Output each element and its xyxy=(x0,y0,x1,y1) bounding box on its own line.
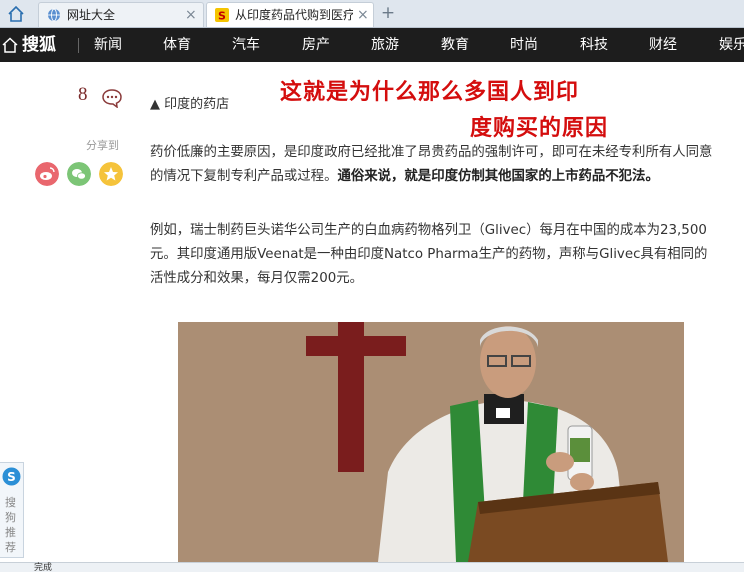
paragraph-bold-text: 通俗来说，就是印度仿制其他国家的上市药品不犯法。 xyxy=(337,169,659,184)
article-photo xyxy=(178,322,684,562)
article-paragraph-1: 药价低廉的主要原因，是印度政府已经批准了昂贵药品的强制许可，即可在未经专利所有人… xyxy=(150,141,720,189)
globe-icon xyxy=(48,8,60,22)
nav-item-tech[interactable]: 科技 xyxy=(580,28,608,62)
article-paragraph-2: 例如，瑞士制药巨头诺华公司生产的白血病药物格列卫（Glivec）每月在中国的成本… xyxy=(150,223,708,286)
sogou-logo-icon: S xyxy=(2,467,21,486)
sohu-favicon-icon: S xyxy=(215,8,229,22)
home-icon xyxy=(2,37,18,53)
tab-close-icon[interactable]: × xyxy=(185,3,197,27)
comment-bubble-icon[interactable] xyxy=(101,88,123,108)
nav-divider xyxy=(78,38,79,53)
status-text: 完成 xyxy=(34,563,53,573)
site-nav-bar: 搜狐 新闻 体育 汽车 房产 旅游 教育 时尚 科技 财经 娱乐 xyxy=(0,28,744,62)
home-icon[interactable] xyxy=(6,4,26,24)
nav-item-news[interactable]: 新闻 xyxy=(94,28,122,62)
svg-text:S: S xyxy=(7,470,16,484)
nav-item-fashion[interactable]: 时尚 xyxy=(510,28,538,62)
browser-tab-strip: 网址大全 × S 从印度药品代购到医疗旅 × + xyxy=(0,0,744,28)
nav-item-finance[interactable]: 财经 xyxy=(649,28,677,62)
sogou-recommend-widget[interactable]: S 搜狗推荐 xyxy=(0,462,24,558)
image-caption: ▲ 印度的药店 xyxy=(150,97,230,112)
favorite-star-icon[interactable] xyxy=(99,162,123,186)
nav-item-auto[interactable]: 汽车 xyxy=(232,28,260,62)
overlay-headline-line2: 度购买的原因 xyxy=(470,116,609,141)
tab-article[interactable]: S 从印度药品代购到医疗旅 × xyxy=(206,2,374,27)
nav-item-house[interactable]: 房产 xyxy=(302,28,330,62)
overlay-headline-line1: 这就是为什么那么多国人到印 xyxy=(280,80,580,105)
share-label: 分享到 xyxy=(86,139,119,152)
widget-label: 搜狗推荐 xyxy=(5,496,16,554)
nav-item-education[interactable]: 教育 xyxy=(441,28,469,62)
wechat-share-icon[interactable] xyxy=(67,162,91,186)
tab-label: 网址大全 xyxy=(67,8,116,22)
weibo-share-icon[interactable] xyxy=(35,162,59,186)
new-tab-button[interactable]: + xyxy=(378,3,398,23)
tab-close-icon[interactable]: × xyxy=(357,3,369,27)
tab-label: 从印度药品代购到医疗旅 xyxy=(235,8,353,22)
comment-count[interactable]: 8 xyxy=(78,84,88,106)
svg-text:S: S xyxy=(218,10,226,23)
nav-item-travel[interactable]: 旅游 xyxy=(371,28,399,62)
tab-url-directory[interactable]: 网址大全 × xyxy=(38,2,204,27)
nav-item-sports[interactable]: 体育 xyxy=(163,28,191,62)
logo-text: 搜狐 xyxy=(22,35,56,55)
sohu-logo[interactable]: 搜狐 xyxy=(0,28,72,62)
nav-item-entertainment[interactable]: 娱乐 xyxy=(719,28,744,62)
